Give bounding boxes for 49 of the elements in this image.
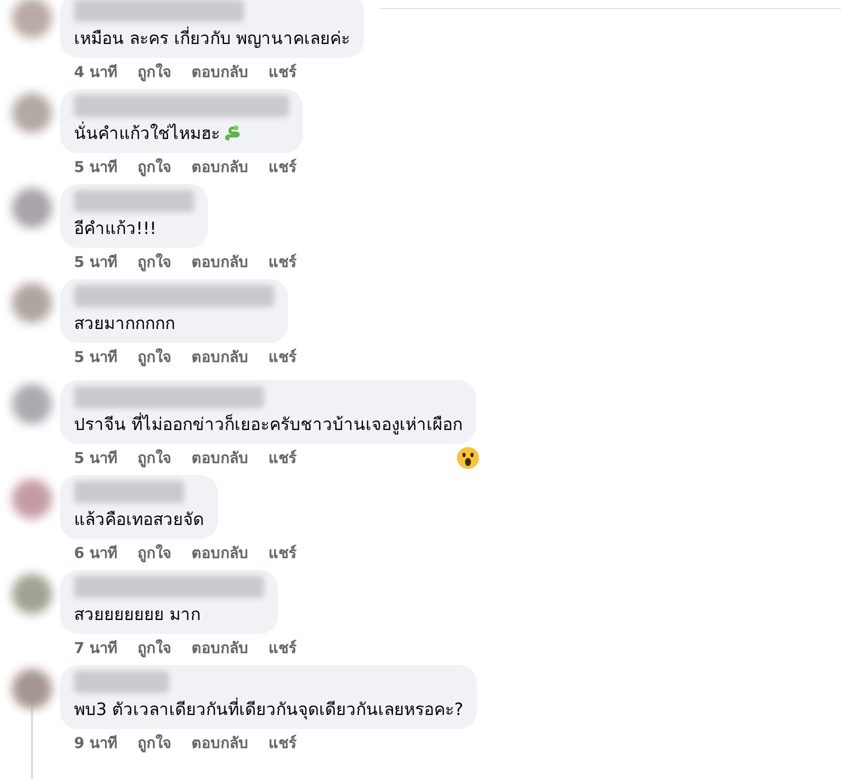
timestamp[interactable]: 5 นาที <box>74 156 118 178</box>
comment-text: แล้วคือเทอสวยจัด <box>74 509 204 531</box>
action-link[interactable]: แชร์ <box>268 250 297 274</box>
comment-text: นั่นคำแก้วใช่ไหมฮะ <box>74 123 289 145</box>
comment-text: สวยมากกกกก <box>74 313 176 335</box>
action-link[interactable]: ถูกใจ <box>138 60 172 84</box>
avatar[interactable] <box>12 574 52 614</box>
action-link[interactable]: ตอบกลับ <box>192 156 249 178</box>
avatar[interactable] <box>12 479 52 519</box>
timestamp[interactable]: 5 นาที <box>74 446 118 470</box>
timestamp[interactable]: 5 นาที <box>74 250 118 274</box>
action-link[interactable]: ตอบกลับ <box>192 60 249 84</box>
comment-text: พบ3 ตัวเวลาเดียวกันที่เดียวกันจุดเดียวกันเลยหรอคะ? <box>74 699 464 721</box>
action-link[interactable]: ตอบกลับ <box>192 542 249 564</box>
action-link[interactable]: แชร์ <box>268 732 297 754</box>
action-link[interactable]: แชร์ <box>268 60 297 84</box>
action-link[interactable]: แชร์ <box>268 446 297 470</box>
action-link[interactable]: ถูกใจ <box>138 346 172 368</box>
action-link[interactable]: ถูกใจ <box>138 156 172 178</box>
comment-text: อีคำแก้ว!!! <box>74 218 158 240</box>
action-link[interactable]: ถูกใจ <box>138 542 172 564</box>
comment-text: ปราจีน ที่ไม่ออกข่าวก็เยอะครับชาวบ้านเจองูเห่าเผือก <box>74 414 462 436</box>
timestamp[interactable]: 5 นาที <box>74 346 118 368</box>
timestamp[interactable]: 6 นาที <box>74 542 118 564</box>
action-link[interactable]: ตอบกลับ <box>192 250 249 274</box>
action-link[interactable]: ถูกใจ <box>138 446 172 470</box>
action-link[interactable]: แชร์ <box>268 542 297 564</box>
action-link[interactable]: ถูกใจ <box>138 250 172 274</box>
action-link[interactable]: ตอบกลับ <box>192 346 249 368</box>
avatar[interactable] <box>12 93 52 133</box>
action-link[interactable]: ตอบกลับ <box>192 446 249 470</box>
action-link[interactable]: แชร์ <box>268 156 297 178</box>
comment-text: เหมือน ละคร เกี่ยวกับ พญานาคเลยค่ะ <box>74 28 350 50</box>
timestamp[interactable]: 7 นาที <box>74 636 118 660</box>
timestamp[interactable]: 9 นาที <box>74 732 118 754</box>
avatar[interactable] <box>12 669 52 709</box>
avatar[interactable] <box>12 188 52 228</box>
surprised-face-icon[interactable] <box>456 446 480 470</box>
action-link[interactable]: แชร์ <box>268 636 297 660</box>
avatar[interactable] <box>12 0 52 38</box>
action-link[interactable]: แชร์ <box>268 346 297 368</box>
comment-text: สวยยยยยยย มาก <box>74 604 202 626</box>
action-link[interactable]: ถูกใจ <box>138 636 172 660</box>
action-link[interactable]: ถูกใจ <box>138 732 172 754</box>
avatar[interactable] <box>12 283 52 323</box>
avatar[interactable] <box>12 384 52 424</box>
action-link[interactable]: ตอบกลับ <box>192 732 249 754</box>
action-link[interactable]: ตอบกลับ <box>192 636 249 660</box>
timestamp[interactable]: 4 นาที <box>74 60 118 84</box>
